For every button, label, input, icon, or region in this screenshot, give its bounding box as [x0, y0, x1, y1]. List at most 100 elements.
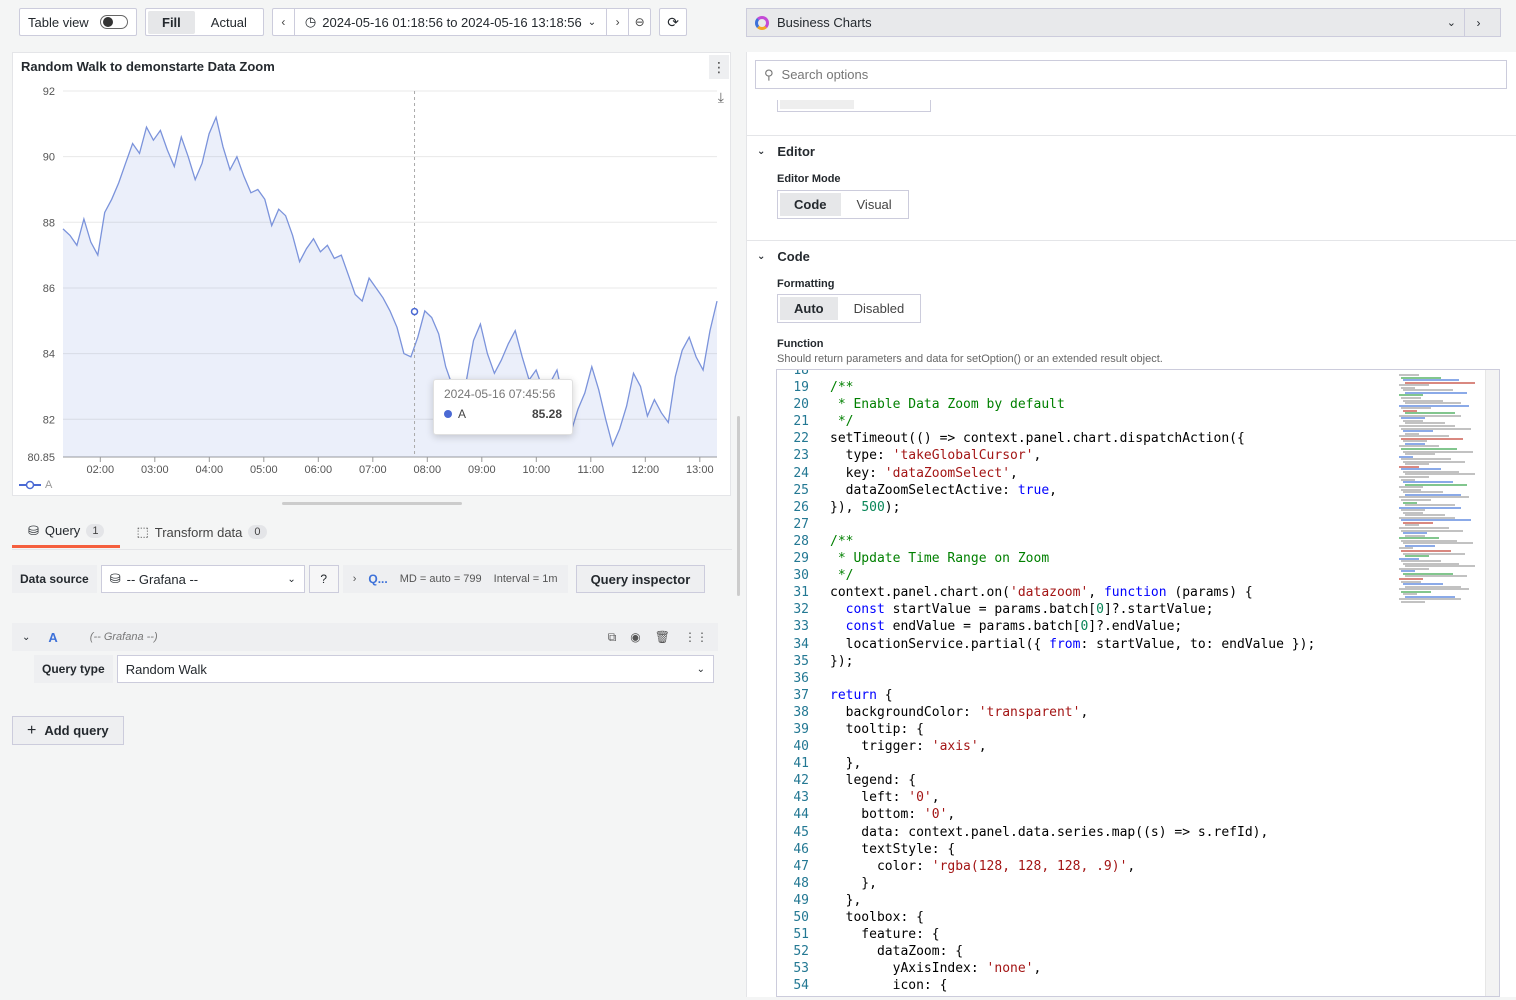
business-charts-logo-icon [755, 15, 769, 30]
clock-icon: ◷ [304, 14, 317, 29]
fill-button[interactable]: Fill [148, 10, 195, 34]
code-line[interactable]: 35}); [777, 653, 1397, 670]
chart-legend[interactable]: A [19, 479, 52, 491]
collapse-icon[interactable]: ⌄ [22, 632, 30, 643]
zoom-out-button[interactable]: ⊖ [628, 9, 650, 35]
code-line[interactable]: 48 }, [777, 875, 1397, 892]
vertical-resize-handle[interactable] [737, 416, 740, 596]
code-line[interactable]: 31 context.panel.chart.on('datazoom', fun… [777, 584, 1397, 601]
collapse-pane-button[interactable]: › [1464, 9, 1492, 36]
code-scrollbar[interactable] [1485, 370, 1499, 996]
code-line[interactable]: 38 backgroundColor: 'transparent', [777, 704, 1397, 721]
code-line[interactable]: 51 feature: { [777, 926, 1397, 943]
line-number: 26 [793, 499, 809, 515]
code-line[interactable]: 22 setTimeout(() => context.panel.chart.d… [777, 430, 1397, 447]
code-line[interactable]: 52 dataZoom: { [777, 943, 1397, 960]
actual-button[interactable]: Actual [197, 11, 261, 34]
tab-transform[interactable]: ⬚ Transform data 0 [120, 516, 282, 548]
query-ref-id[interactable]: A [48, 630, 57, 645]
x-tick-label: 04:00 [196, 464, 224, 476]
chart-tooltip: 2024-05-16 07:45:56 A 85.28 [433, 379, 573, 435]
code-line[interactable]: 24 key: 'dataZoomSelect', [777, 465, 1397, 482]
time-forward-button[interactable]: › [606, 9, 628, 35]
datasource-select[interactable]: ⛁ -- Grafana -- ⌄ [100, 565, 305, 593]
code-editor[interactable]: 18 19/** 20 * Enable Data Zoom by default 2… [776, 369, 1500, 997]
time-range-button[interactable]: ◷ 2024-05-16 01:18:56 to 2024-05-16 13:1… [295, 14, 606, 30]
code-line[interactable]: 32 const startValue = params.batch[0]?.s… [777, 601, 1397, 618]
duplicate-icon[interactable]: ⧉ [608, 630, 617, 645]
tab-query[interactable]: ⛁ Query 1 [12, 516, 121, 548]
code-line[interactable]: 49 }, [777, 892, 1397, 909]
eye-icon[interactable]: ◉ [630, 630, 640, 645]
trash-icon[interactable]: 🗑 [655, 630, 670, 645]
line-number: 40 [793, 739, 809, 755]
code-line[interactable]: 19 /** [777, 379, 1397, 396]
line-number: 47 [793, 858, 809, 874]
table-view-switch[interactable] [100, 15, 128, 29]
line-text: type: 'takeGlobalCursor', [830, 448, 1042, 464]
code-line[interactable]: 21 */ [777, 413, 1397, 430]
editor-section-header[interactable]: ⌄ Editor [757, 144, 815, 159]
code-line[interactable]: 45 data: context.panel.data.series.map((… [777, 824, 1397, 841]
search-placeholder: Search options [781, 67, 869, 82]
query-type-label: Query type [34, 655, 113, 683]
formatting-auto[interactable]: Auto [780, 297, 838, 320]
time-back-button[interactable]: ‹ [273, 9, 295, 35]
code-line[interactable]: 53 yAxisIndex: 'none', [777, 960, 1397, 977]
code-line[interactable]: 25 dataZoomSelectActive: true, [777, 482, 1397, 499]
code-line[interactable]: 54 icon: { [777, 977, 1397, 994]
query-type-select[interactable]: Random Walk ⌄ [116, 655, 714, 683]
line-text: textStyle: { [830, 841, 956, 857]
code-minimap[interactable] [1397, 370, 1485, 996]
x-tick-label: 12:00 [632, 464, 660, 476]
code-line[interactable]: 20 * Enable Data Zoom by default [777, 396, 1397, 413]
drag-handle-icon[interactable]: ⋮⋮ [684, 630, 708, 645]
code-line[interactable]: 50 toolbox: { [777, 909, 1397, 926]
search-options-input[interactable]: ⚲ Search options [755, 60, 1507, 89]
code-line[interactable]: 37 return { [777, 687, 1397, 704]
panel-menu-button[interactable]: ⋮ [709, 55, 729, 79]
line-number: 20 [793, 397, 809, 413]
query-options-toggle[interactable]: › Q... MD = auto = 799 Interval = 1m [342, 565, 568, 593]
code-line[interactable]: 27 [777, 516, 1397, 533]
code-section-header[interactable]: ⌄ Code [757, 249, 810, 264]
code-line[interactable]: 26}), 500); [777, 499, 1397, 516]
datasource-help-button[interactable]: ? [308, 565, 339, 593]
code-line[interactable]: 23 type: 'takeGlobalCursor', [777, 447, 1397, 464]
panel-preview: Random Walk to demonstarte Data Zoom ⋮ ⤓… [12, 52, 731, 496]
code-line[interactable]: 46 textStyle: { [777, 841, 1397, 858]
x-tick-label: 11:00 [577, 464, 604, 476]
editor-section-title: Editor [777, 144, 815, 159]
code-line[interactable]: 18 [777, 370, 1397, 379]
x-tick-label: 13:00 [686, 464, 714, 476]
formatting-disabled[interactable]: Disabled [840, 297, 919, 320]
query-inspector-button[interactable]: Query inspector [575, 565, 706, 593]
code-line[interactable]: 30 */ [777, 567, 1397, 584]
code-line[interactable]: 36 [777, 670, 1397, 687]
code-line[interactable]: 33 const endValue = params.batch[0]?.end… [777, 618, 1397, 635]
code-line[interactable]: 47 color: 'rgba(128, 128, 128, .9)', [777, 858, 1397, 875]
code-line[interactable]: 29 * Update Time Range on Zoom [777, 550, 1397, 567]
line-text: return { [830, 687, 893, 703]
line-number: 49 [793, 892, 809, 908]
add-query-button[interactable]: + Add query [12, 716, 124, 745]
visualization-picker[interactable]: Business Charts ⌄ › [746, 8, 1501, 37]
code-line[interactable]: 43 left: '0', [777, 789, 1397, 806]
refresh-button[interactable]: ⟳ [659, 8, 688, 36]
code-line[interactable]: 34 locationService.partial({ from: start… [777, 636, 1397, 653]
time-series-chart[interactable]: 92 90 88 86 84 82 80.85 02:00 03:00 04:00 05:00 06:… [13, 79, 732, 499]
query-tabs: ⛁ Query 1 ⬚ Transform data 0 [12, 516, 732, 550]
code-line[interactable]: 42 legend: { [777, 772, 1397, 789]
horizontal-resize-handle[interactable] [282, 502, 462, 505]
editor-mode-visual[interactable]: Visual [843, 193, 906, 216]
editor-mode-code[interactable]: Code [780, 193, 841, 216]
table-view-toggle[interactable]: Table view [19, 8, 137, 36]
code-line[interactable]: 40 trigger: 'axis', [777, 738, 1397, 755]
code-line[interactable]: 41 }, [777, 755, 1397, 772]
code-line[interactable]: 44 bottom: '0', [777, 806, 1397, 823]
code-line[interactable]: 28 /** [777, 533, 1397, 550]
code-lines[interactable]: 18 19/** 20 * Enable Data Zoom by default 2… [777, 370, 1397, 994]
code-line[interactable]: 39 tooltip: { [777, 721, 1397, 738]
plus-icon: + [27, 721, 37, 739]
add-query-label: Add query [44, 723, 109, 738]
